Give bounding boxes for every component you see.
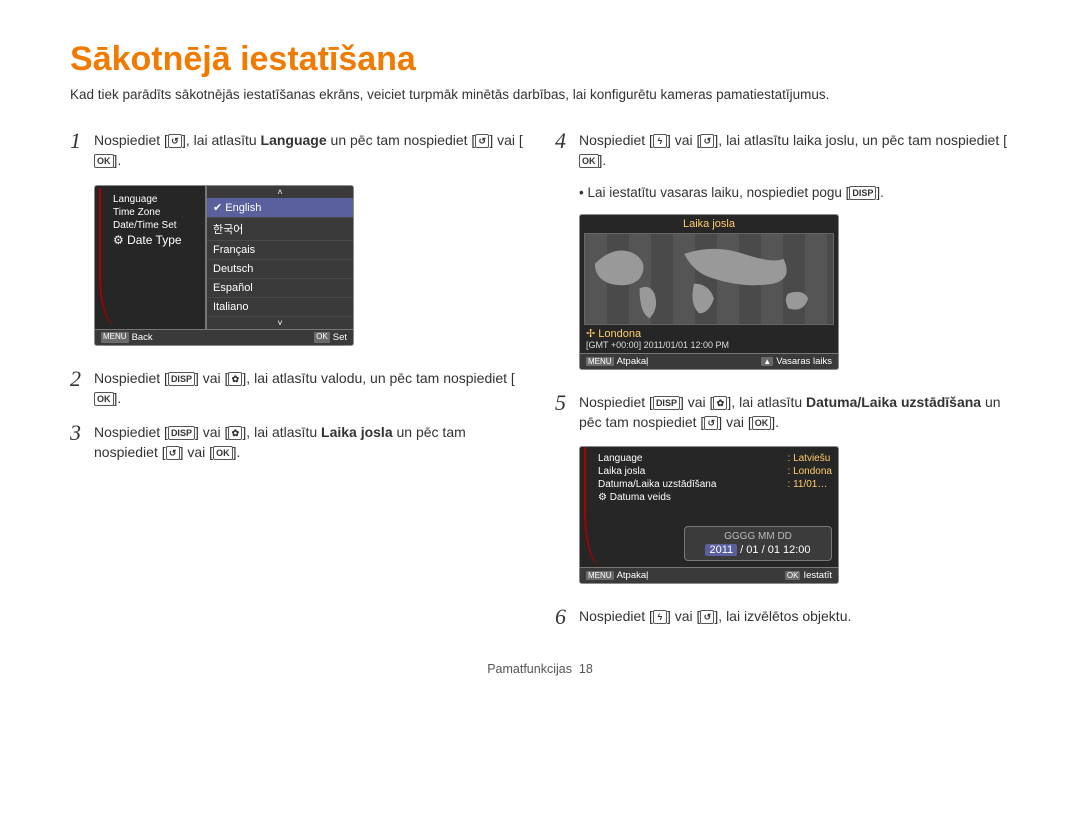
step-number: 5 (555, 392, 579, 433)
step-5-text: Nospiediet [DISP] vai [], lai atlasītu D… (579, 392, 1010, 433)
setting-value: : 11/01… (788, 479, 833, 490)
datetime-screen: Language Laika josla Datuma/Laika uzstād… (579, 446, 839, 584)
menu-item: Date/Time Set (113, 220, 201, 231)
timer-icon (168, 134, 182, 148)
page-title: Sākotnējā iestatīšana (70, 40, 1010, 79)
scroll-up-icon: ˄ (207, 186, 353, 198)
flash-icon (653, 134, 667, 148)
step-1-text: Nospiediet [], lai atlasītu Language un … (94, 130, 525, 171)
timer-icon (704, 416, 718, 430)
step-2-text: Nospiediet [DISP] vai [], lai atlasītu v… (94, 368, 525, 409)
language-option: Français (207, 241, 353, 260)
city-label: ✢ Londona (580, 325, 838, 340)
macro-icon (228, 372, 242, 386)
macro-icon (713, 396, 727, 410)
disp-icon: DISP (168, 426, 195, 440)
gear-icon: ⚙ Date Type (113, 233, 201, 247)
intro-text: Kad tiek parādīts sākotnējās iestatīšana… (70, 87, 1010, 102)
timezone-screen: Laika josla ✢ Londona [GMT +00:00] 2011/… (579, 214, 839, 370)
step-4-note: Lai iestatītu vasaras laiku, nospiediet … (579, 185, 1010, 200)
timer-icon (700, 134, 714, 148)
step-number: 3 (70, 422, 94, 463)
ok-btn-label: OK (785, 571, 801, 580)
step-4-text: Nospiediet [] vai [], lai atlasītu laika… (579, 130, 1010, 171)
year-field: 2011 (705, 544, 737, 556)
ok-btn-label: OK (314, 332, 330, 343)
setting-value: : Latviešu (788, 453, 833, 464)
step-3-text: Nospiediet [DISP] vai [], lai atlasītu L… (94, 422, 525, 463)
setting-row: Language (598, 453, 716, 464)
menu-item: Time Zone (113, 207, 201, 218)
ok-icon: OK (579, 154, 599, 168)
ok-icon: OK (94, 154, 114, 168)
timer-icon (166, 446, 180, 460)
gmt-label: [GMT +00:00] 2011/01/01 12:00 PM (580, 340, 838, 353)
timer-icon (475, 134, 489, 148)
disp-icon: DISP (168, 372, 195, 386)
scroll-down-icon: ˅ (207, 317, 353, 329)
language-option: 한국어 (207, 218, 353, 241)
ok-icon: OK (94, 392, 114, 406)
menu-item: Language (113, 194, 201, 205)
language-screen: Language Time Zone Date/Time Set ⚙ Date … (94, 185, 354, 346)
menu-btn-label: MENU (586, 571, 614, 580)
step-number: 2 (70, 368, 94, 409)
disp-icon: DISP (653, 396, 680, 410)
language-option: Italiano (207, 298, 353, 317)
up-btn-label: ▲ (761, 357, 773, 366)
flash-icon (653, 610, 667, 624)
date-editor: GGGG MM DD 2011 / 01 / 01 12:00 (684, 526, 832, 561)
setting-value: : Londona (788, 466, 833, 477)
menu-btn-label: MENU (586, 357, 614, 366)
language-option: Deutsch (207, 260, 353, 279)
menu-btn-label: MENU (101, 332, 129, 343)
setting-row: ⚙ Datuma veids (598, 492, 716, 503)
ok-icon: OK (213, 446, 233, 460)
step-number: 4 (555, 130, 579, 171)
timezone-title: Laika josla (580, 215, 838, 233)
page-footer: Pamatfunkcijas 18 (70, 662, 1010, 676)
step-number: 6 (555, 606, 579, 628)
language-option: Español (207, 279, 353, 298)
language-option: ✔ English (207, 198, 353, 218)
setting-value (788, 492, 833, 503)
macro-icon (228, 426, 242, 440)
step-number: 1 (70, 130, 94, 171)
setting-row: Laika josla (598, 466, 716, 477)
world-map (584, 233, 834, 325)
ok-icon: OK (752, 416, 772, 430)
timer-icon (700, 610, 714, 624)
disp-icon: DISP (849, 186, 876, 200)
setting-row: Datuma/Laika uzstādīšana (598, 479, 716, 490)
step-6-text: Nospiediet [] vai [], lai izvēlētos obje… (579, 606, 1010, 628)
